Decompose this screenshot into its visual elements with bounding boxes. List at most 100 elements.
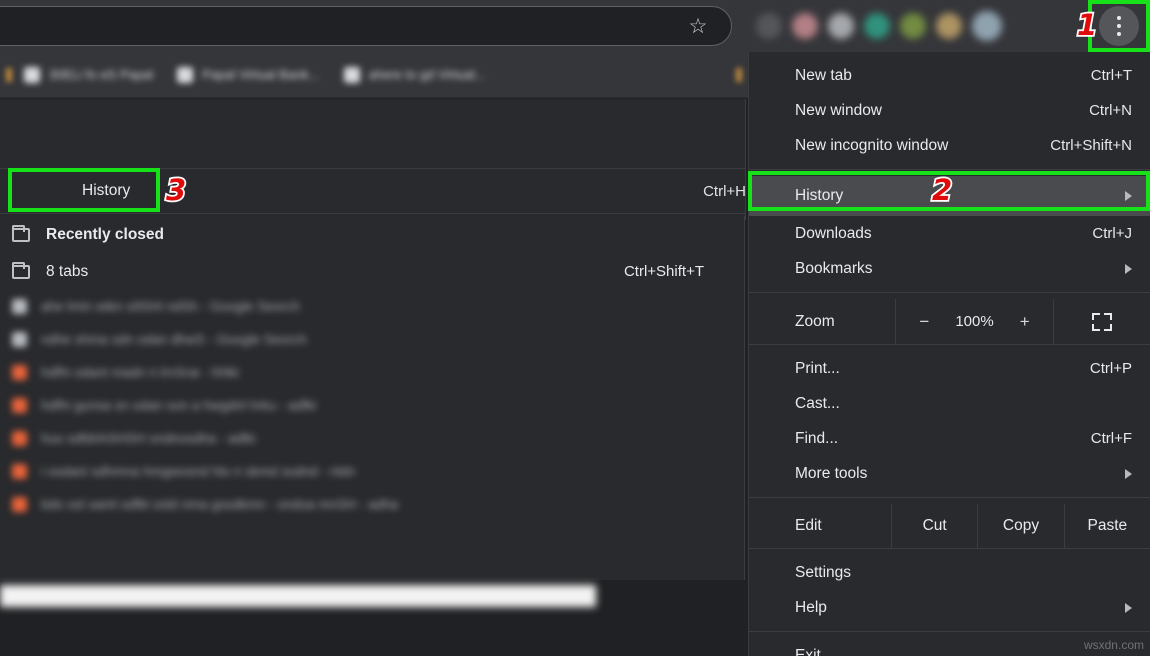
menu-edit-row: Edit Cut Copy Paste [749,504,1150,548]
submenu-separator-top [0,168,745,169]
history-entry[interactable]: hdfhi gunsa sn odan son a hwgdnl hrku - … [0,389,744,422]
copy-button[interactable]: Copy [977,504,1063,548]
menu-separator-4 [749,497,1150,498]
history-entry-title: hdfhi gunsa sn odan son a hwgdnl hrku - … [41,398,317,413]
menu-accel: Ctrl+T [1090,67,1132,84]
favicon-icon [12,464,27,479]
recently-closed-label: Recently closed [46,225,165,243]
submenu-history-title-row[interactable]: History Ctrl+H [0,169,786,213]
address-bar[interactable]: ☆ [0,6,732,46]
chevron-right-icon [1125,263,1132,274]
history-entry-title: huo sdfdnhSHSH ondnosdha - adlki [41,431,256,446]
menu-label: Bookmarks [795,259,873,277]
bookmark-label: Papal Virtual Bank... [202,67,320,82]
menu-item-print[interactable]: Print... Ctrl+P [749,351,1150,386]
menu-separator-5 [749,548,1150,549]
history-entry[interactable]: huo sdfdnhSHSH ondnosdha - adlki [0,422,744,455]
history-entry[interactable]: i osdani sdhmna hmgwosnd hlo n skmd sodn… [0,455,744,488]
chevron-right-icon [1125,191,1132,201]
menu-zoom-row: Zoom − 100% + [749,299,1150,344]
menu-item-find[interactable]: Find... Ctrl+F [749,421,1150,456]
folder-icon [12,261,30,279]
menu-accel: Ctrl+Shift+N [1050,137,1132,154]
menu-separator-6 [749,631,1150,632]
chrome-menu-button[interactable] [1090,0,1146,52]
menu-accel: Ctrl+F [1090,430,1132,447]
bookmark-item[interactable]: ahere to gd Virtual... [332,60,498,90]
menu-label: Find... [795,429,839,447]
menu-label: Print... [795,359,840,377]
three-dots-icon[interactable] [1099,6,1139,46]
favicon-icon [24,66,40,83]
bookmark-label: 30ELi fo eS Papal [49,67,154,82]
menu-item-new-window[interactable]: New window Ctrl+N [749,93,1150,128]
favicon-icon [12,497,27,512]
zoom-in-button[interactable]: + [1016,312,1034,332]
favicon-icon [12,332,27,347]
profile-avatar-icon[interactable] [972,11,1002,41]
menu-label: Settings [795,563,852,581]
menu-item-bookmarks[interactable]: Bookmarks [749,251,1150,286]
fullscreen-button[interactable] [1054,299,1150,344]
restore-tabs-row[interactable]: 8 tabs Ctrl+Shift+T [0,253,744,290]
bookmark-star-icon[interactable]: ☆ [687,16,709,38]
menu-item-help[interactable]: Help [749,590,1150,625]
extension-icon-5[interactable] [900,13,926,39]
extension-icon-2[interactable] [792,13,818,39]
menu-label: Help [795,598,827,616]
menu-label: New incognito window [795,136,949,154]
submenu-separator-mid [0,213,745,214]
cut-button[interactable]: Cut [891,504,977,548]
paste-button[interactable]: Paste [1063,504,1150,548]
menu-label: Exit [795,646,821,656]
kebab-dot-1 [1117,16,1121,20]
menu-label: Cast... [795,394,840,412]
favicon-icon [12,365,27,380]
menu-item-settings[interactable]: Settings [749,555,1150,590]
menu-accel: Ctrl+N [1089,102,1132,119]
page-highlight-bar [0,585,596,607]
zoom-out-button[interactable]: − [915,312,933,332]
menu-item-cast[interactable]: Cast... [749,386,1150,421]
step-badge-3: 3 [164,173,188,207]
chevron-right-icon [1125,602,1132,613]
history-entry[interactable]: ndhe shma sdn odan dhwS - Google Seorch [0,323,744,356]
menu-label: Downloads [795,224,872,242]
extension-icon-4[interactable] [864,13,890,39]
bookmark-item[interactable]: Papal Virtual Bank... [165,60,332,90]
favicon-icon [12,299,27,314]
kebab-dot-3 [1117,32,1121,36]
history-entry-title: ahe lmin wikn s9SHi ndSh - Google Seorch [41,299,300,314]
menu-item-downloads[interactable]: Downloads Ctrl+J [749,216,1150,251]
history-entry[interactable]: ahe lmin wikn s9SHi ndSh - Google Seorch [0,290,744,323]
history-entry-title: hdfhi odant madn n lrnSrai - hhlki [41,365,240,380]
recently-closed-row[interactable]: Recently closed [0,216,744,253]
folder-icon [12,224,30,242]
history-entry-title: bdo osl saml odfkl osld nma gssdkmn - on… [41,497,399,512]
watermark: wsxdn.com [1083,638,1144,652]
favicon-icon [177,66,194,83]
extension-icon-1[interactable] [756,13,782,39]
menu-label: New tab [795,66,852,84]
history-entry-title: i osdani sdhmna hmgwosnd hlo n skmd sodn… [41,464,356,479]
bookmark-item[interactable]: 30ELi fo eS Papal [12,60,165,90]
favicon-icon [12,431,27,446]
favicon-icon [343,66,360,83]
menu-separator-3 [749,344,1150,345]
extension-icon-6[interactable] [936,13,962,39]
history-entry-title: ndhe shma sdn odan dhwS - Google Seorch [41,332,307,347]
menu-item-new-incognito-window[interactable]: New incognito window Ctrl+Shift+N [749,128,1150,163]
history-entry[interactable]: hdfhi odant madn n lrnSrai - hhlki [0,356,744,389]
menu-item-more-tools[interactable]: More tools [749,456,1150,491]
bookmarks-bar: 30ELi fo eS Papal Papal Virtual Bank... … [0,52,748,98]
favicon-icon [12,398,27,413]
bookmark-overflow-indicator-right[interactable] [736,67,742,82]
kebab-dot-2 [1117,24,1121,28]
extension-icon-3[interactable] [828,13,854,39]
bookmark-label: ahere to gd Virtual... [368,67,486,82]
edit-label: Edit [795,517,822,534]
omnibox-strip: ☆ [0,0,748,52]
menu-item-new-tab[interactable]: New tab Ctrl+T [749,58,1150,93]
step-badge-1: 1 [1075,8,1099,42]
history-entry[interactable]: bdo osl saml odfkl osld nma gssdkmn - on… [0,488,744,521]
